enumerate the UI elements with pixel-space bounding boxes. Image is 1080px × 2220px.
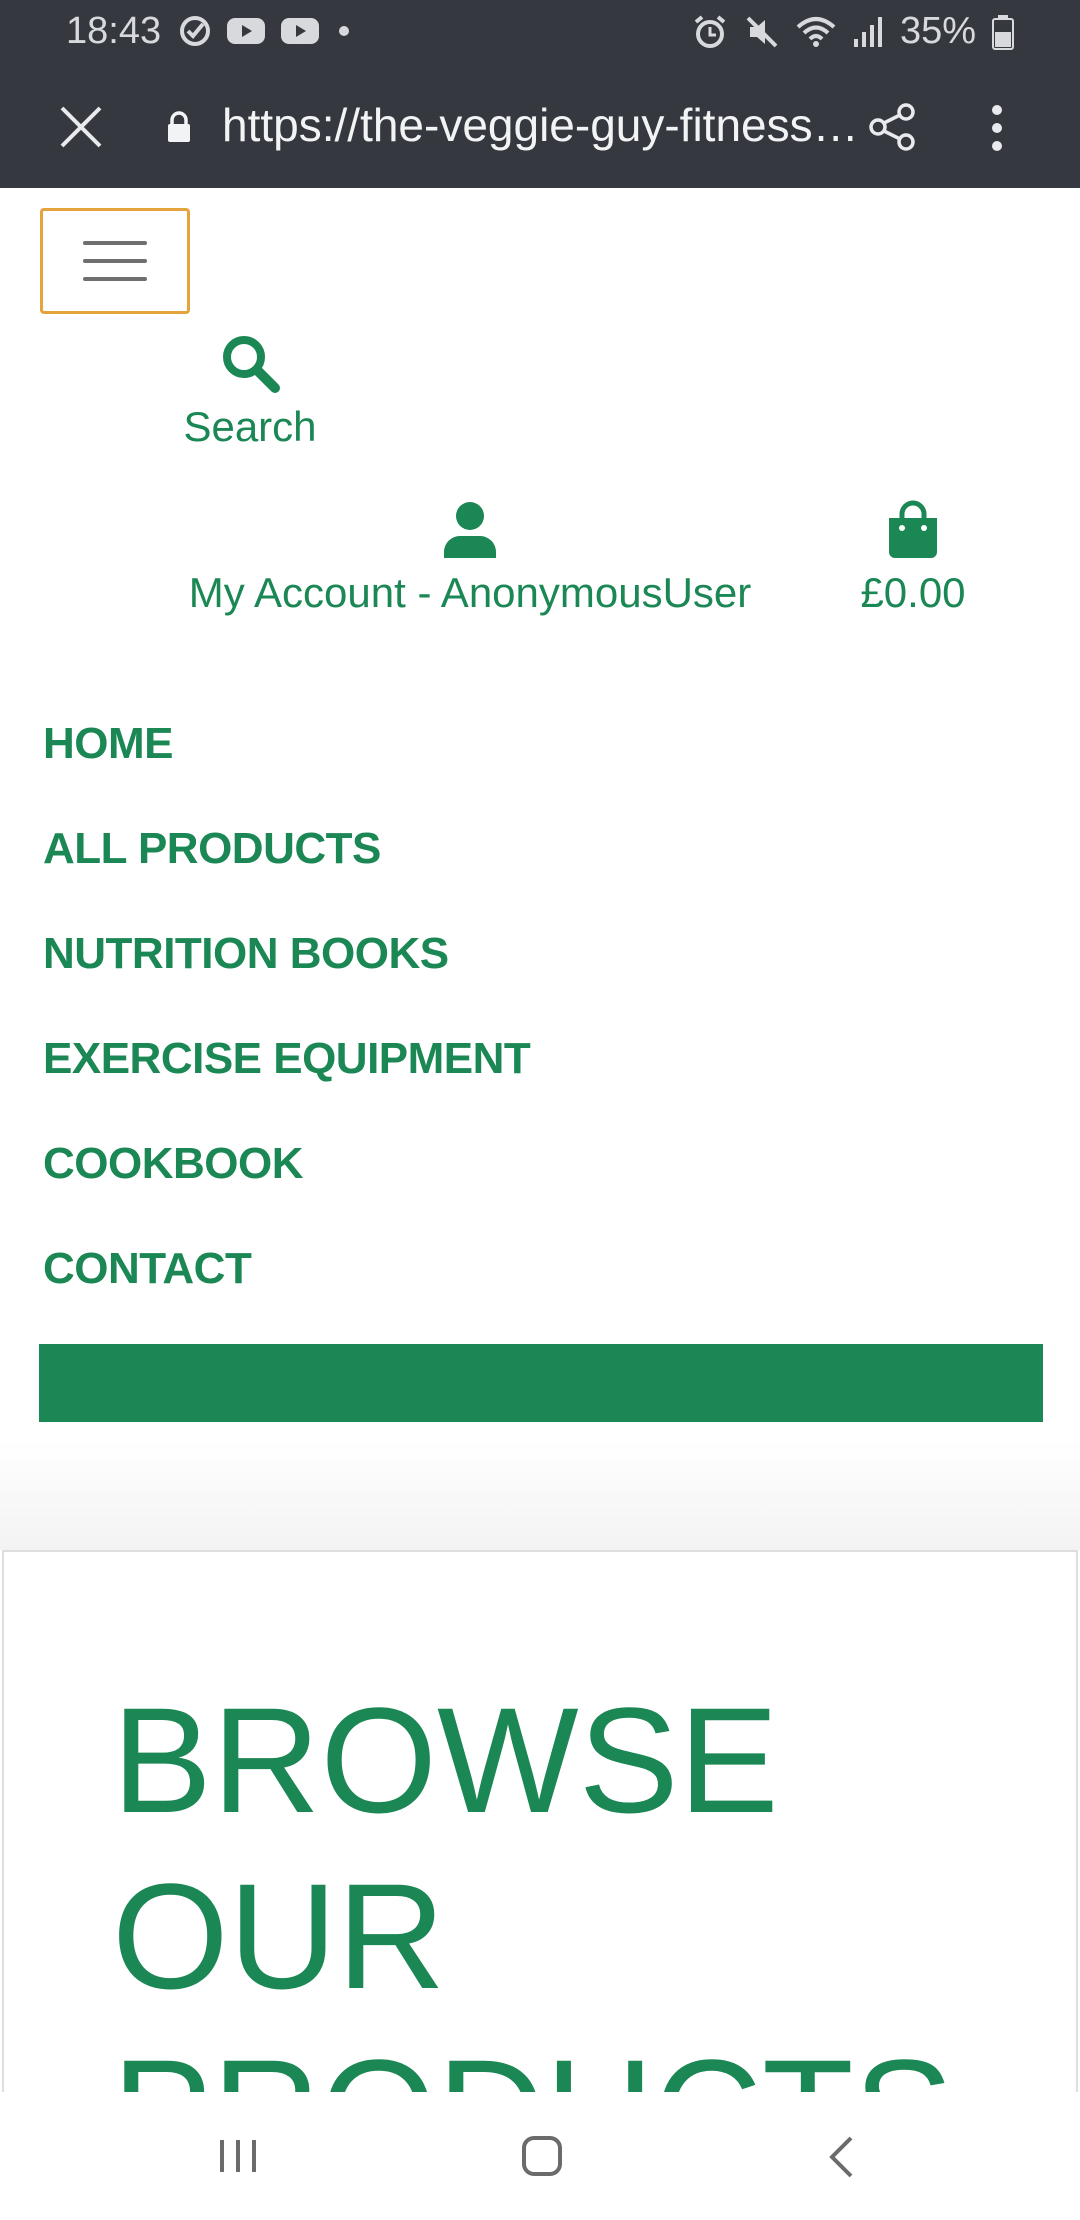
url-bar[interactable]: https://the-veggie-guy-fitness.h…: [222, 98, 862, 154]
status-time: 18:43: [66, 10, 162, 52]
wifi-icon: [796, 16, 836, 47]
shopping-bag-link[interactable]: £0.00: [848, 500, 978, 617]
browser-toolbar: https://the-veggie-guy-fitness.h…: [0, 66, 1080, 188]
nav-item-all-products[interactable]: ALL PRODUCTS: [43, 823, 530, 928]
hamburger-line: [83, 241, 147, 245]
promo-banner-bar: [39, 1344, 1043, 1422]
main-nav: HOME ALL PRODUCTS NUTRITION BOOKS EXERCI…: [43, 718, 531, 1348]
header-shadow: [0, 1440, 1080, 1550]
system-icons: 35%: [692, 10, 1014, 53]
mute-icon: [746, 16, 778, 47]
search-label: Search: [183, 403, 317, 450]
hero-card: BROWSE OUR PRODUCTS: [2, 1550, 1078, 2110]
user-icon: [444, 502, 496, 558]
hamburger-line: [83, 277, 147, 281]
youtube-icon: [281, 18, 319, 44]
status-bar: 18:43 35%: [0, 0, 1080, 66]
check-circle-icon: [180, 16, 210, 46]
alarm-icon: [694, 14, 726, 48]
youtube-icon: [227, 18, 265, 44]
shopping-bag-icon: [889, 500, 937, 558]
nav-item-cookbook[interactable]: COOKBOOK: [43, 1138, 530, 1243]
notification-icons: [178, 14, 354, 48]
nav-item-nutrition-books[interactable]: NUTRITION BOOKS: [43, 928, 530, 1033]
nav-item-contact[interactable]: CONTACT: [43, 1243, 530, 1348]
battery-icon: [992, 14, 1014, 50]
hamburger-line: [83, 259, 147, 263]
recents-icon[interactable]: [216, 2136, 260, 2176]
back-icon[interactable]: [826, 2134, 856, 2180]
share-icon[interactable]: [868, 102, 918, 152]
battery-level: 35%: [899, 10, 976, 52]
system-nav-bar: [0, 2092, 1080, 2220]
nav-item-home[interactable]: HOME: [43, 718, 530, 823]
search-icon: [223, 336, 280, 393]
home-icon[interactable]: [520, 2134, 564, 2178]
my-account-label: My Account - AnonymousUser: [188, 569, 752, 616]
nav-toggle-button[interactable]: [40, 208, 190, 314]
search-link[interactable]: Search: [180, 332, 320, 451]
cart-total: £0.00: [860, 569, 966, 616]
nav-item-exercise-equipment[interactable]: EXERCISE EQUIPMENT: [43, 1033, 531, 1138]
hero-title: BROWSE OUR PRODUCTS: [112, 1676, 954, 2110]
lock-icon: [168, 111, 190, 142]
more-options-icon[interactable]: [982, 102, 1012, 154]
dot-icon: [339, 26, 349, 36]
close-icon[interactable]: [56, 102, 106, 152]
signal-icon: [853, 16, 882, 47]
my-account-link[interactable]: My Account - AnonymousUser: [180, 500, 760, 617]
